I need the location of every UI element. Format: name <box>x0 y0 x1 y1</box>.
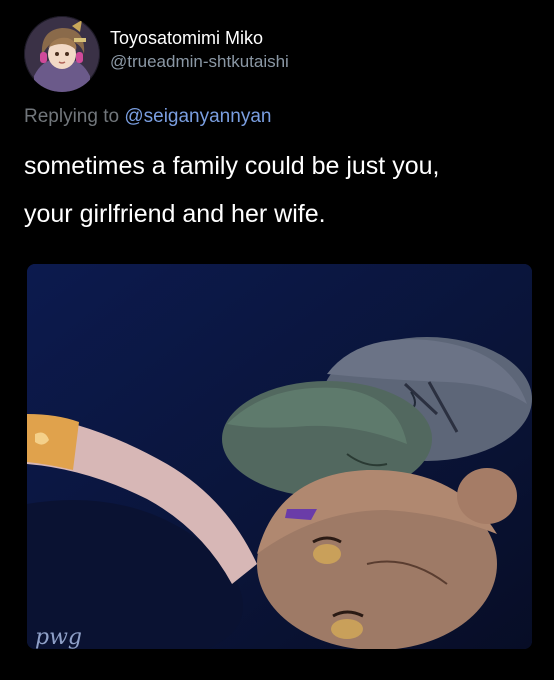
author-display-name[interactable]: Toyosatomimi Miko <box>110 26 289 50</box>
tweet-media-image[interactable]: pwg <box>27 264 532 649</box>
tweet-body: sometimes a family could be just you, yo… <box>24 142 534 238</box>
reply-mention-link[interactable]: @seiganyannyan <box>124 106 271 127</box>
profile-avatar[interactable] <box>24 16 100 92</box>
artist-signature: pwg <box>35 625 82 649</box>
author-handle[interactable]: @trueadmin-shtkutaishi <box>110 50 289 74</box>
reply-context: Replying to @seiganyannyan <box>24 106 271 128</box>
tweet-text-line: your girlfriend and her wife. <box>24 200 326 228</box>
reply-prefix: Replying to <box>24 106 120 127</box>
tweet-header: Toyosatomimi Miko @trueadmin-shtkutaishi <box>24 16 289 92</box>
author-info: Toyosatomimi Miko @trueadmin-shtkutaishi <box>110 26 289 74</box>
tweet-text-line: sometimes a family could be just you, <box>24 152 440 180</box>
